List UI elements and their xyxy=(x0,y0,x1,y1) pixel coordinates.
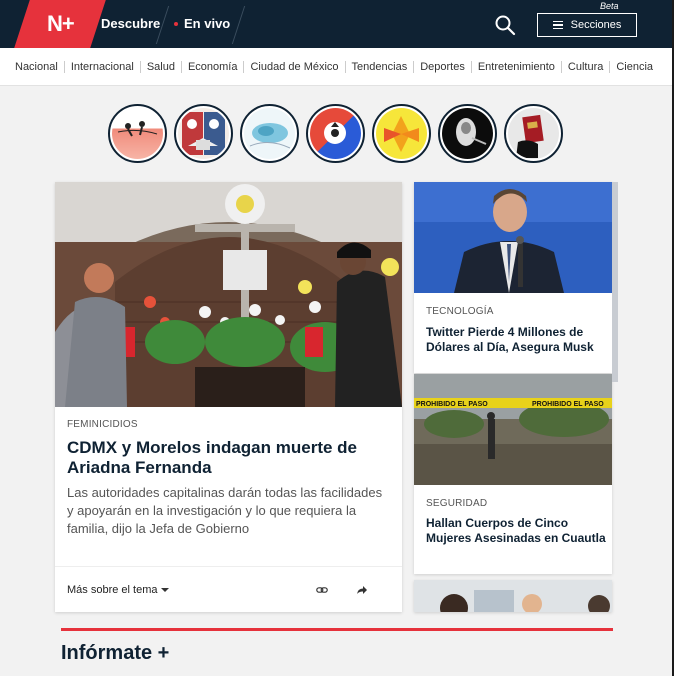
share-icon[interactable] xyxy=(356,584,368,596)
main-article-card[interactable]: FEMINICIDIOS CDMX y Morelos indagan muer… xyxy=(55,182,402,612)
story-circle[interactable] xyxy=(108,104,167,163)
side-article-kicker[interactable]: TECNOLOGÍA xyxy=(426,306,494,317)
police-tape-text: PROHIBIDO EL PASO xyxy=(416,401,488,408)
category-ciencia[interactable]: Ciencia xyxy=(616,61,653,73)
category-internacional[interactable]: Internacional xyxy=(71,61,134,73)
more-on-topic-label: Más sobre el tema xyxy=(67,584,158,596)
main-article-footer: Más sobre el tema xyxy=(55,566,402,612)
logo-text: N+ xyxy=(46,11,74,36)
beta-label: Beta xyxy=(600,1,619,11)
story-circle[interactable] xyxy=(504,104,563,163)
sections-label: Secciones xyxy=(570,19,622,31)
category-tendencias[interactable]: Tendencias xyxy=(352,61,408,73)
side-article-image[interactable]: PROHIBIDO EL PASO PROHIBIDO EL PASO xyxy=(414,374,612,485)
main-article-summary: Las autoridades capitalinas darán todas … xyxy=(67,485,383,536)
side-article-card[interactable] xyxy=(414,580,612,612)
side-article-kicker[interactable]: SEGURIDAD xyxy=(426,498,487,509)
category-cultura[interactable]: Cultura xyxy=(568,61,603,73)
nav-live[interactable]: En vivo xyxy=(174,16,230,31)
side-article-card[interactable]: PROHIBIDO EL PASO PROHIBIDO EL PASO SEGU… xyxy=(414,374,612,574)
category-cdmx[interactable]: Ciudad de México xyxy=(250,61,338,73)
side-article-title[interactable]: Hallan Cuerpos de Cinco Mujeres Asesinad… xyxy=(426,516,606,546)
nav-discover[interactable]: Descubre xyxy=(101,16,160,31)
category-salud[interactable]: Salud xyxy=(147,61,175,73)
main-article-title[interactable]: CDMX y Morelos indagan muerte de Ariadna… xyxy=(67,438,387,478)
section-title-informate: Infórmate + xyxy=(61,642,170,664)
story-circle[interactable] xyxy=(372,104,431,163)
search-icon[interactable] xyxy=(494,14,516,36)
category-economia[interactable]: Economía xyxy=(188,61,238,73)
side-article-image[interactable] xyxy=(414,182,612,293)
sections-button[interactable]: Secciones xyxy=(537,13,637,37)
category-bar: Nacional Internacional Salud Economía Ci… xyxy=(0,48,674,86)
side-article-image[interactable] xyxy=(414,580,612,612)
live-dot-icon xyxy=(174,21,178,26)
story-circle[interactable] xyxy=(306,104,365,163)
top-header: N+ Descubre En vivo Beta Secciones xyxy=(0,0,674,48)
stories-row xyxy=(108,104,563,163)
nav-live-label: En vivo xyxy=(184,16,231,31)
more-on-topic-dropdown[interactable]: Más sobre el tema xyxy=(67,584,170,596)
main-article-kicker[interactable]: FEMINICIDIOS xyxy=(67,419,138,430)
hamburger-icon xyxy=(552,21,563,29)
story-circle[interactable] xyxy=(438,104,497,163)
category-deportes[interactable]: Deportes xyxy=(420,61,465,73)
nav-divider xyxy=(231,6,246,44)
section-divider xyxy=(61,628,613,631)
side-article-card[interactable]: TECNOLOGÍA Twitter Pierde 4 Millones de … xyxy=(414,182,612,373)
main-article-image[interactable] xyxy=(55,182,402,407)
caret-down-icon xyxy=(161,588,170,592)
link-icon[interactable] xyxy=(316,584,328,596)
category-entretenimiento[interactable]: Entretenimiento xyxy=(478,61,555,73)
police-tape-text: PROHIBIDO EL PASO xyxy=(532,401,604,408)
category-nacional[interactable]: Nacional xyxy=(15,61,58,73)
side-article-title[interactable]: Twitter Pierde 4 Millones de Dólares al … xyxy=(426,325,606,355)
brand-logo[interactable]: N+ xyxy=(14,0,106,48)
story-circle[interactable] xyxy=(240,104,299,163)
scrollbar-track[interactable] xyxy=(612,182,618,382)
story-circle[interactable] xyxy=(174,104,233,163)
